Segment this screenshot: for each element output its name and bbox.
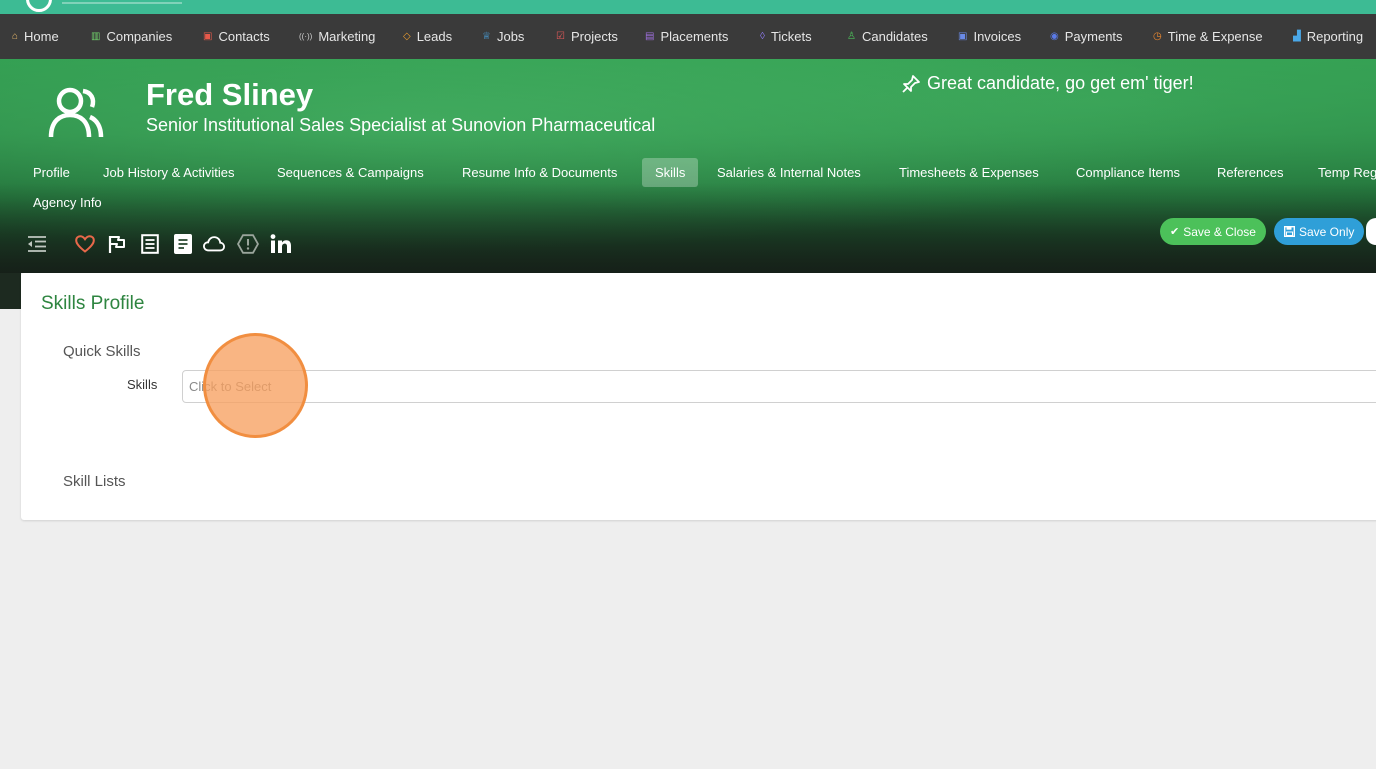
- nav-label: Projects: [570, 29, 618, 44]
- nav-item-time-expense[interactable]: ◷ Time & Expense: [1153, 14, 1263, 59]
- tab-timesheets[interactable]: Timesheets & Expenses: [886, 158, 1052, 187]
- nav-label: Leads: [416, 29, 453, 44]
- briefcase-icon: ▤: [645, 30, 655, 42]
- nav-item-jobs[interactable]: ♕ Jobs: [482, 14, 524, 59]
- main-nav: ⌂ Home ▥ Companies ▣ Contacts ((·)) Marketin…: [0, 14, 1376, 59]
- more-actions-button[interactable]: [1366, 218, 1376, 245]
- nav-label: Contacts: [218, 29, 270, 44]
- candidate-name: Fred Sliney: [146, 77, 314, 112]
- broadcast-icon: ((·)): [299, 31, 313, 41]
- nav-label: Home: [24, 29, 59, 44]
- diamond-icon: ◇: [403, 30, 411, 42]
- nav-label: Payments: [1064, 29, 1123, 44]
- flag-icon[interactable]: [106, 233, 128, 255]
- tab-compliance[interactable]: Compliance Items: [1063, 158, 1193, 187]
- nav-item-placements[interactable]: ▤ Placements: [645, 14, 728, 59]
- floppy-disk-icon: [1284, 226, 1295, 237]
- candidate-title: Senior Institutional Sales Specialist at…: [146, 115, 656, 135]
- nav-item-payments[interactable]: ◉ Payments: [1050, 14, 1123, 59]
- tab-temp-reg[interactable]: Temp Reg: [1305, 158, 1376, 187]
- pin-icon: [902, 74, 920, 93]
- save-only-button[interactable]: Save Only: [1274, 218, 1365, 245]
- collapse-menu-icon[interactable]: [26, 233, 48, 255]
- save-close-label: Save & Close: [1183, 224, 1256, 239]
- building-icon: ▥: [91, 30, 101, 42]
- contact-card-icon: ▣: [203, 30, 213, 42]
- tab-resume[interactable]: Resume Info & Documents: [449, 158, 630, 187]
- tab-agency-info[interactable]: Agency Info: [20, 188, 115, 217]
- skills-select-placeholder: Click to Select: [189, 379, 272, 394]
- nav-label: Invoices: [973, 29, 1022, 44]
- linkedin-icon[interactable]: [270, 233, 292, 255]
- house-icon: ⌂: [12, 30, 19, 42]
- skills-profile-card: Skills Profile Quick Skills Skills Click…: [21, 273, 1376, 520]
- tab-salaries[interactable]: Salaries & Internal Notes: [704, 158, 874, 187]
- document-icon[interactable]: [139, 233, 161, 255]
- header-lower-shade: [0, 273, 21, 309]
- nav-label: Reporting: [1306, 29, 1364, 44]
- nav-item-projects[interactable]: ☑ Projects: [556, 14, 618, 59]
- tab-skills[interactable]: Skills: [642, 158, 699, 187]
- tab-job-history[interactable]: Job History & Activities: [90, 158, 248, 187]
- card-title: Skills Profile: [41, 293, 145, 314]
- nav-item-home[interactable]: ⌂ Home: [12, 14, 59, 59]
- candidate-header: Fred Sliney Senior Institutional Sales S…: [0, 59, 1376, 273]
- tab-sequences[interactable]: Sequences & Campaigns: [264, 158, 437, 187]
- nav-label: Candidates: [861, 29, 928, 44]
- clock-icon: ◷: [1153, 30, 1162, 42]
- tab-references[interactable]: References: [1204, 158, 1296, 187]
- nav-item-candidates[interactable]: ♙ Candidates: [847, 14, 928, 59]
- nav-label: Jobs: [496, 29, 525, 44]
- nav-item-tickets[interactable]: ◊ Tickets: [760, 14, 812, 59]
- skill-lists-heading: Skill Lists: [63, 473, 126, 490]
- pinned-note[interactable]: Great candidate, go get em' tiger!: [901, 73, 1194, 94]
- logo-wordmark: [62, 0, 182, 4]
- check-icon: ✔: [1170, 226, 1180, 238]
- nav-item-contacts[interactable]: ▣ Contacts: [203, 14, 270, 59]
- checkbox-icon: ☑: [556, 30, 565, 42]
- save-close-button[interactable]: ✔ Save & Close: [1160, 218, 1266, 245]
- notes-icon[interactable]: [172, 233, 194, 255]
- tab-profile[interactable]: Profile: [20, 158, 83, 187]
- bar-chart-icon: ▟: [1293, 30, 1301, 42]
- nav-item-reporting[interactable]: ▟ Reporting: [1293, 14, 1363, 59]
- heart-icon[interactable]: [74, 233, 96, 255]
- nav-item-invoices[interactable]: ▣ Invoices: [958, 14, 1021, 59]
- nav-label: Placements: [660, 29, 729, 44]
- coins-icon: ◉: [1050, 30, 1059, 42]
- nav-label: Tickets: [770, 29, 812, 44]
- nav-item-marketing[interactable]: ((·)) Marketing: [299, 14, 375, 59]
- warning-hexagon-icon[interactable]: [237, 233, 259, 255]
- cloud-icon[interactable]: [203, 233, 225, 255]
- brand-bar: [0, 0, 1376, 14]
- pinned-note-text: Great candidate, go get em' tiger!: [927, 73, 1194, 93]
- save-only-label: Save Only: [1299, 224, 1355, 239]
- nav-label: Marketing: [318, 29, 376, 44]
- tag-icon: ◊: [760, 30, 765, 42]
- logo-icon[interactable]: [26, 0, 52, 12]
- skills-select-input[interactable]: Click to Select: [182, 370, 1376, 403]
- skills-field-label: Skills: [127, 377, 158, 392]
- nav-label: Companies: [106, 29, 173, 44]
- nav-label: Time & Expense: [1167, 29, 1263, 44]
- trophy-icon: ♕: [482, 30, 491, 42]
- quick-skills-heading: Quick Skills: [63, 343, 141, 360]
- nav-item-companies[interactable]: ▥ Companies: [91, 14, 172, 59]
- candidate-avatar-icon: [48, 87, 104, 138]
- invoice-icon: ▣: [958, 30, 968, 42]
- person-icon: ♙: [847, 30, 856, 42]
- nav-item-leads[interactable]: ◇ Leads: [403, 14, 452, 59]
